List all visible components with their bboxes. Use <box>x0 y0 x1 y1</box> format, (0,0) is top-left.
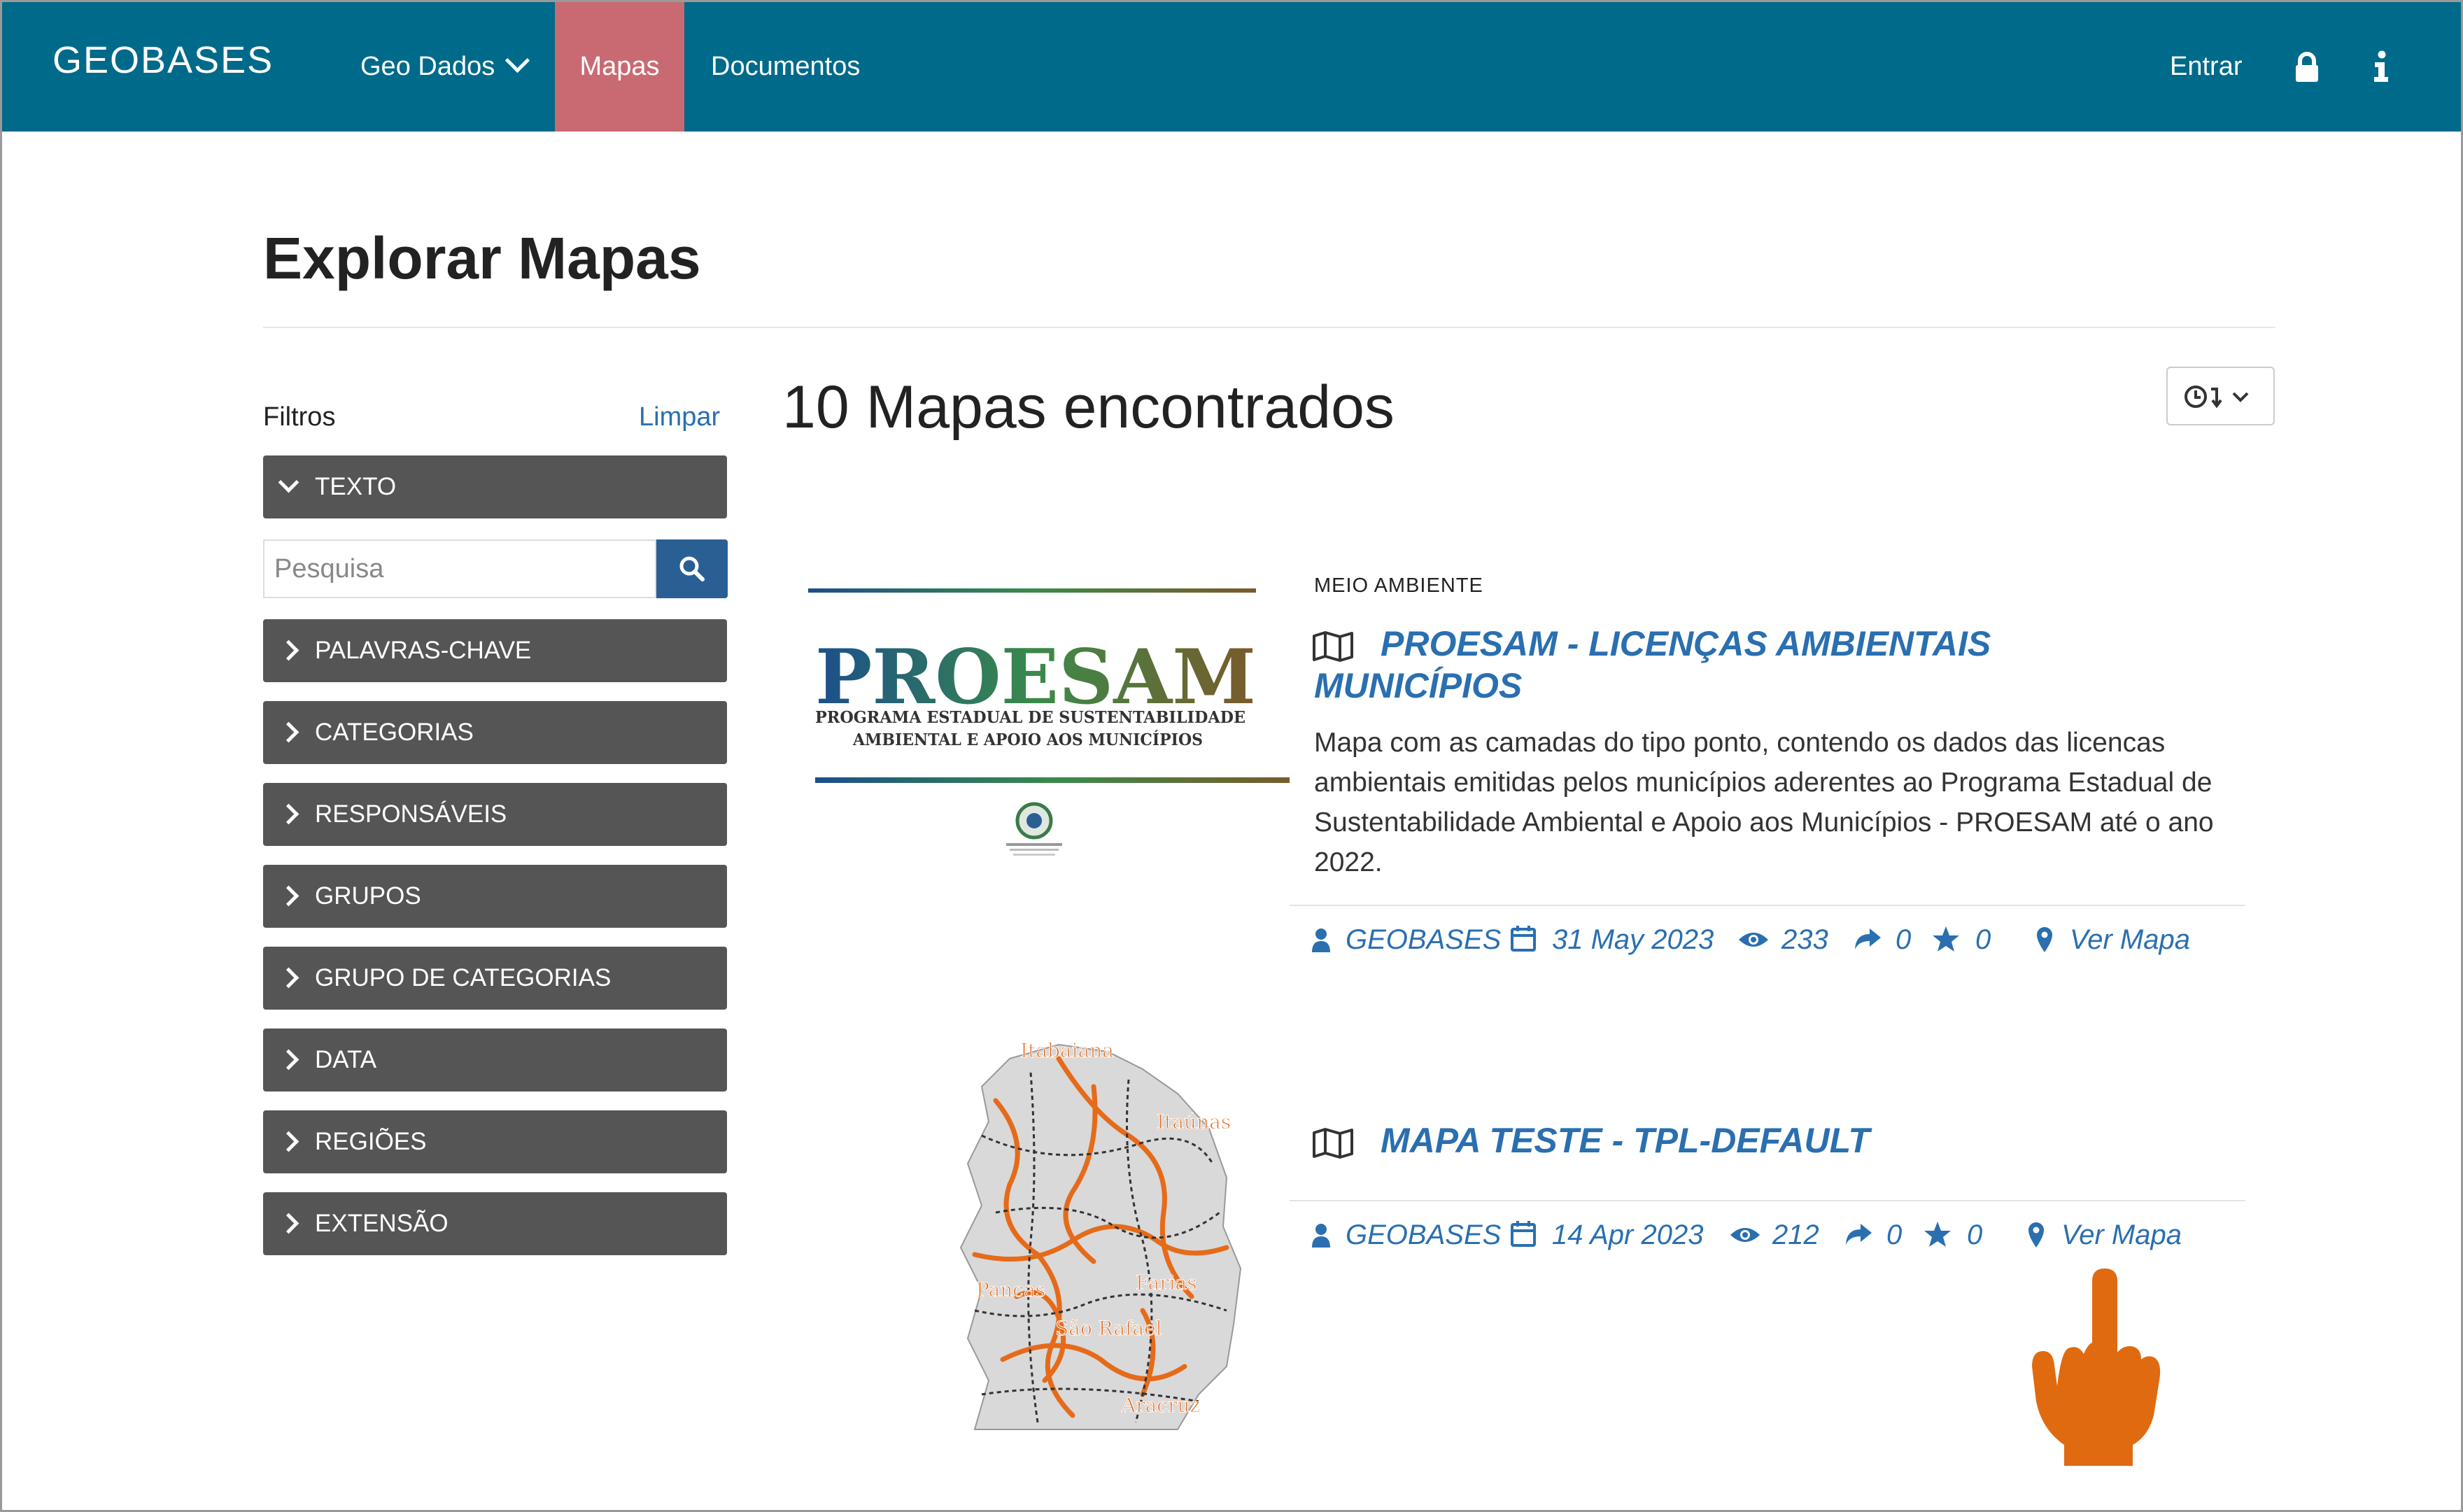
filter-label: EXTENSÃO <box>315 1210 449 1237</box>
filter-palavras-chave[interactable]: PALAVRAS-CHAVE <box>263 619 727 682</box>
filter-label: RESPONSÁVEIS <box>315 800 507 828</box>
nav-geo-dados-label: Geo Dados <box>360 52 495 81</box>
filter-label: TEXTO <box>315 473 397 500</box>
card-title-line2[interactable]: MUNICÍPIOS <box>1314 665 1522 707</box>
card-category: MEIO AMBIENTE <box>1314 574 1483 597</box>
card-owner[interactable]: GEOBASES <box>1346 924 1501 956</box>
filter-regioes[interactable]: REGIÕES <box>263 1110 727 1173</box>
filter-data[interactable]: DATA <box>263 1029 727 1091</box>
chevron-right-icon <box>278 803 299 825</box>
chevron-right-icon <box>278 1049 299 1071</box>
map-marker-icon <box>2037 927 2052 952</box>
card-title[interactable]: MAPA TESTE - TPL-DEFAULT <box>1381 1119 1870 1161</box>
place-label: Aracruz <box>1121 1394 1200 1417</box>
card-title-line1[interactable]: PROESAM - LICENÇAS AMBIENTAIS <box>1381 623 1991 665</box>
filter-label: CATEGORIAS <box>315 719 474 746</box>
eye-icon <box>1739 933 1768 947</box>
map-marker-icon <box>2028 1222 2044 1248</box>
filter-label: REGIÕES <box>315 1128 427 1155</box>
search-input[interactable] <box>263 539 656 598</box>
share-icon <box>1855 928 1881 949</box>
filter-label: DATA <box>315 1046 377 1073</box>
search-icon <box>679 556 705 581</box>
chevron-down-icon <box>278 472 299 493</box>
map-icon <box>1313 1128 1353 1159</box>
filter-categorias[interactable]: CATEGORIAS <box>263 701 727 764</box>
clear-filters-link[interactable]: Limpar <box>639 402 720 432</box>
card-date: 14 Apr 2023 <box>1552 1220 1704 1250</box>
nav-documentos[interactable]: Documentos <box>711 2 860 132</box>
chevron-right-icon <box>278 885 299 907</box>
card-views: 233 <box>1781 924 1828 955</box>
card-views: 212 <box>1772 1220 1819 1250</box>
map-icon <box>1313 631 1353 662</box>
lock-icon[interactable] <box>2294 2 2322 132</box>
place-label: Itabaiana <box>1020 1039 1114 1062</box>
info-icon[interactable] <box>2367 2 2395 132</box>
card-divider <box>1290 1200 2245 1201</box>
card-thumbnail-map[interactable]: Itabaiana Itaúnas Pancas Farias São Rafa… <box>933 1031 1290 1433</box>
chevron-down-icon <box>505 48 530 73</box>
calendar-icon <box>1511 926 1536 952</box>
search-button[interactable] <box>656 539 728 598</box>
place-label: Pancas <box>976 1278 1045 1301</box>
card-description: Mapa com as camadas do tipo ponto, conte… <box>1314 728 2214 877</box>
view-map-link[interactable]: Ver Mapa <box>2061 1220 2182 1251</box>
eye-icon <box>1730 1228 1760 1242</box>
place-label: Farias <box>1136 1271 1197 1294</box>
place-label: São Rafael <box>1055 1317 1162 1340</box>
filter-label: GRUPOS <box>315 882 421 910</box>
card-thumbnail-proesam[interactable]: PROESAM PROGRAMA ESTADUAL DE SUSTENTABIL… <box>807 583 1295 877</box>
nav-geo-dados[interactable]: Geo Dados <box>360 2 530 132</box>
star-icon <box>1924 1222 1951 1247</box>
chevron-right-icon <box>278 1213 299 1234</box>
proesam-subtitle-2: AMBIENTAL E APOIO AOS MUNICÍPIOS <box>852 730 1203 749</box>
proesam-subtitle-1: PROGRAMA ESTADUAL DE SUSTENTABILIDADE <box>815 708 1245 727</box>
filter-label: GRUPO DE CATEGORIAS <box>315 964 612 991</box>
card-stars: 0 <box>1967 1220 1983 1250</box>
user-icon <box>1312 1224 1330 1248</box>
card-shares: 0 <box>1886 1220 1903 1250</box>
chevron-right-icon <box>278 1131 299 1152</box>
page-title: Explorar Mapas <box>263 225 701 291</box>
place-label: Itaúnas <box>1157 1110 1231 1133</box>
filter-texto[interactable]: TEXTO <box>263 455 727 518</box>
filters-heading: Filtros <box>263 402 336 432</box>
results-count: 10 Mapas encontrados <box>782 374 1395 441</box>
chevron-right-icon <box>278 640 299 661</box>
filter-extensao[interactable]: EXTENSÃO <box>263 1192 727 1255</box>
card-date: 31 May 2023 <box>1552 924 1714 955</box>
star-icon <box>1933 926 1959 952</box>
nav-mapas[interactable]: Mapas <box>555 2 684 132</box>
view-map-link[interactable]: Ver Mapa <box>2070 924 2190 956</box>
user-icon <box>1312 928 1330 952</box>
calendar-icon <box>1511 1221 1536 1247</box>
chevron-right-icon <box>278 721 299 743</box>
filter-grupo-de-categorias[interactable]: GRUPO DE CATEGORIAS <box>263 947 727 1010</box>
share-icon <box>1846 1224 1872 1245</box>
card-owner[interactable]: GEOBASES <box>1346 1220 1501 1251</box>
filter-grupos[interactable]: GRUPOS <box>263 865 727 928</box>
top-navbar: GEOBASES Geo Dados Mapas Documentos Entr… <box>2 2 2461 132</box>
filter-label: PALAVRAS-CHAVE <box>315 637 532 664</box>
sort-button[interactable] <box>2166 367 2275 425</box>
pointing-hand-icon <box>2032 1269 2161 1466</box>
chevron-right-icon <box>278 967 299 989</box>
card-stars: 0 <box>1975 924 1991 955</box>
brand-logo[interactable]: GEOBASES <box>52 38 274 82</box>
title-divider <box>263 327 2275 328</box>
card-shares: 0 <box>1896 924 1912 955</box>
clock-sort-icon <box>2185 386 2249 409</box>
login-link[interactable]: Entrar <box>2170 2 2242 132</box>
card-divider <box>1290 905 2245 906</box>
filter-responsaveis[interactable]: RESPONSÁVEIS <box>263 783 727 846</box>
